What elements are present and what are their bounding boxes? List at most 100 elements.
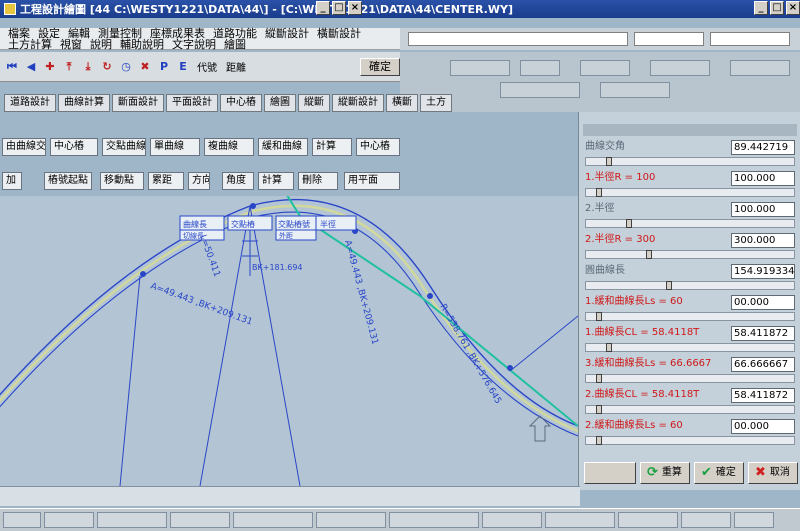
letter-p-icon[interactable]: P [156, 59, 172, 75]
menu-item[interactable]: 文字說明 [168, 39, 220, 50]
tab[interactable]: 縱斷 [298, 94, 330, 112]
cmd-button[interactable]: 加 [2, 172, 22, 190]
station-point[interactable] [427, 293, 433, 299]
menu-item[interactable]: 橫斷設計 [313, 28, 365, 39]
tab[interactable]: 土方 [420, 94, 452, 112]
confirm-toolbar-button[interactable]: 確定 [360, 57, 400, 76]
cmd-button[interactable]: 累距 [148, 172, 184, 190]
cmd-button[interactable]: 用平面 [344, 172, 400, 190]
cmd-button[interactable]: 由曲線交點 [2, 138, 46, 156]
param-slider[interactable] [585, 219, 795, 228]
param-slider[interactable] [585, 281, 795, 290]
param-slider[interactable] [585, 374, 795, 383]
menu-item[interactable]: 縱斷設計 [261, 28, 313, 39]
tab[interactable]: 平面設計 [166, 94, 218, 112]
cmd-button[interactable]: 複曲線 [204, 138, 254, 156]
ok-button[interactable]: ✔ 確定 [694, 462, 744, 484]
slider-thumb[interactable] [626, 219, 632, 228]
param-slider[interactable] [585, 436, 795, 445]
menu-item[interactable]: 土方計算 [4, 39, 56, 50]
cmd-button[interactable]: 計算 [312, 138, 352, 156]
tab[interactable]: 斷面設計 [112, 94, 164, 112]
cmd-button[interactable]: 中心樁 [356, 138, 400, 156]
cmd-button[interactable]: 緩和曲線 [258, 138, 308, 156]
param-value-input[interactable]: 00.000 [731, 295, 795, 310]
top-field-3[interactable] [710, 32, 790, 46]
param-slider[interactable] [585, 343, 795, 352]
slider-thumb[interactable] [596, 405, 602, 414]
slider-thumb[interactable] [596, 312, 602, 321]
cancel-button[interactable]: ✖ 取消 [748, 462, 798, 484]
param-value-input[interactable]: 58.411872 [731, 388, 795, 403]
menu-item[interactable]: 繪圖 [220, 39, 250, 50]
slider-thumb[interactable] [596, 374, 602, 383]
close-button[interactable]: × [786, 1, 800, 15]
child-maximize-button[interactable]: □ [332, 1, 346, 15]
cmd-button[interactable]: 樁號起點 [44, 172, 92, 190]
recalc-button[interactable]: ⟳ 重算 [640, 462, 690, 484]
slider-thumb[interactable] [606, 157, 612, 166]
cmd-button[interactable]: 移動點 [100, 172, 144, 190]
param-value-input[interactable]: 154.919334 [731, 264, 795, 279]
param-value-input[interactable]: 89.442719 [731, 140, 795, 155]
param-value-input[interactable]: 58.411872 [731, 326, 795, 341]
add-point-icon[interactable]: ✚ [42, 59, 58, 75]
delete-point-icon[interactable]: ✖ [137, 59, 153, 75]
tab[interactable]: 曲線計算 [58, 94, 110, 112]
station-point[interactable] [507, 365, 513, 371]
tab[interactable]: 中心樁 [220, 94, 262, 112]
right-strip-block[interactable] [580, 60, 630, 76]
move-up-icon[interactable]: ⤒ [61, 59, 77, 75]
child-minimize-button[interactable]: _ [316, 1, 330, 15]
right-strip-block[interactable] [730, 60, 790, 76]
station-point[interactable] [250, 203, 256, 209]
menu-item[interactable]: 輔助說明 [116, 39, 168, 50]
param-value-input[interactable]: 00.000 [731, 419, 795, 434]
cmd-button[interactable]: 單曲線 [150, 138, 200, 156]
right-strip-block[interactable] [600, 82, 670, 98]
drawing-canvas[interactable]: 曲線長 交點樁 交點樁號 半徑 切線長 外距 A=49.443 ,BK+209.… [0, 196, 578, 486]
param-slider[interactable] [585, 405, 795, 414]
minimize-button[interactable]: _ [754, 1, 768, 15]
move-down-icon[interactable]: ⤓ [80, 59, 96, 75]
param-value-input[interactable]: 100.000 [731, 171, 795, 186]
first-icon[interactable]: ⏮ [4, 59, 20, 75]
child-close-button[interactable]: × [348, 1, 362, 15]
param-value-input[interactable]: 66.666667 [731, 357, 795, 372]
cmd-button[interactable]: 交點曲線 [102, 138, 146, 156]
slider-thumb[interactable] [646, 250, 652, 259]
param-slider[interactable] [585, 157, 795, 166]
param-slider[interactable] [585, 312, 795, 321]
param-slider[interactable] [585, 188, 795, 197]
cmd-button[interactable]: 刪除 [298, 172, 338, 190]
tab[interactable]: 橫斷 [386, 94, 418, 112]
cmd-button[interactable]: 角度 [222, 172, 254, 190]
top-field-2[interactable] [634, 32, 704, 46]
slider-thumb[interactable] [666, 281, 672, 290]
right-strip-block[interactable] [520, 60, 560, 76]
cmd-button[interactable]: 方向 [188, 172, 210, 190]
clock-icon[interactable]: ◷ [118, 59, 134, 75]
letter-e-icon[interactable]: E [175, 59, 191, 75]
tab[interactable]: 道路設計 [4, 94, 56, 112]
param-value-input[interactable]: 300.000 [731, 233, 795, 248]
panel-option-button[interactable] [584, 462, 636, 484]
cmd-button[interactable]: 中心樁 [50, 138, 98, 156]
menu-item[interactable]: 視窗 [56, 39, 86, 50]
slider-thumb[interactable] [596, 436, 602, 445]
right-strip-block[interactable] [450, 60, 510, 76]
slider-thumb[interactable] [596, 188, 602, 197]
station-point[interactable] [140, 271, 146, 277]
param-slider[interactable] [585, 250, 795, 259]
maximize-button[interactable]: □ [770, 1, 784, 15]
top-field-1[interactable] [408, 32, 628, 46]
horizontal-scrollbar[interactable] [0, 486, 580, 506]
rotate-icon[interactable]: ↻ [99, 59, 115, 75]
slider-thumb[interactable] [606, 343, 612, 352]
tab[interactable]: 繪圖 [264, 94, 296, 112]
right-strip-block[interactable] [650, 60, 710, 76]
cmd-button[interactable]: 計算 [258, 172, 294, 190]
param-value-input[interactable]: 100.000 [731, 202, 795, 217]
tab[interactable]: 縱斷設計 [332, 94, 384, 112]
menu-item[interactable]: 說明 [86, 39, 116, 50]
